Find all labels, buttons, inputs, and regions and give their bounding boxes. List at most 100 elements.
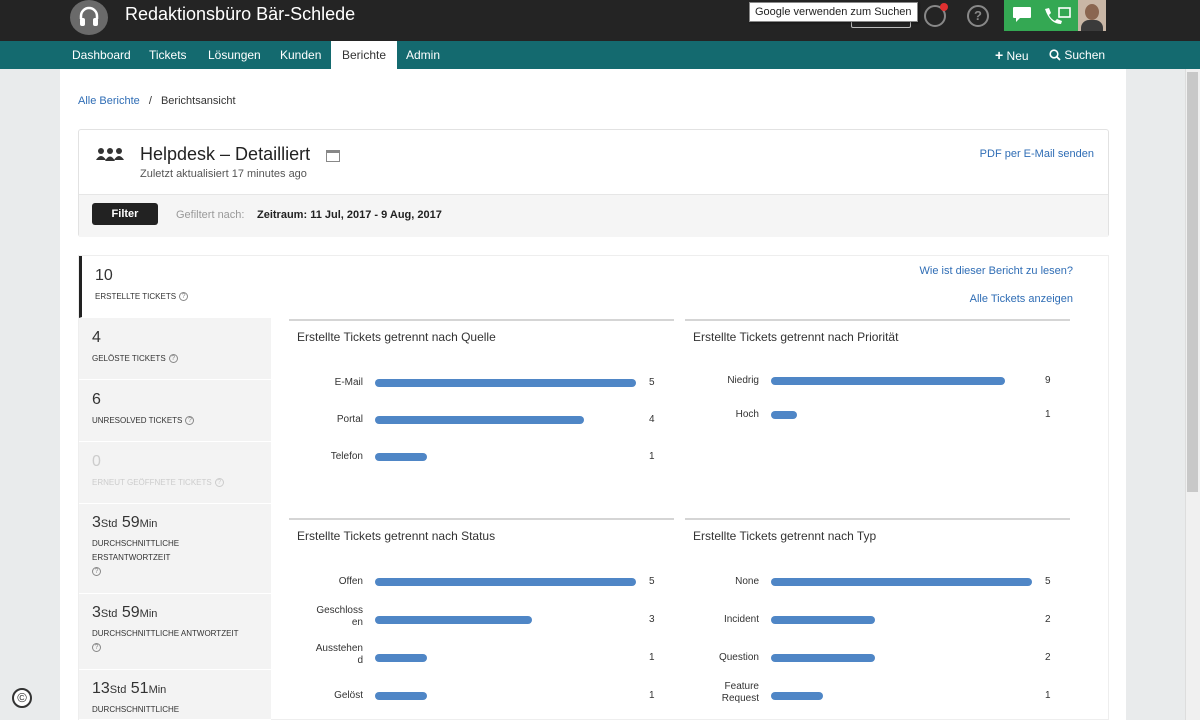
help-icon[interactable]: ? [967,5,989,27]
stat-duration: 13Std 51Min [92,680,167,697]
nav-dashboard[interactable]: Dashboard [72,41,131,69]
nav-tickets[interactable]: Tickets [149,41,187,69]
period-value: 11 Jul, 2017 - 9 Aug, 2017 [310,209,442,221]
stat-resolved-tickets[interactable]: 4 Gelöste Tickets? [79,318,271,380]
communication-buttons [1004,0,1079,31]
stat-first-response-time[interactable]: 3Std 59Min Durchschnittliche Erstantwort… [79,504,271,594]
stat-label: Erstellte Tickets? [95,290,265,304]
stat-label: Unresolved Tickets? [92,414,262,428]
breadcrumb: Alle Berichte / Berichtsansicht [78,95,236,107]
filter-button[interactable]: Filter [92,203,158,225]
chart-title: Erstellte Tickets getrennt nach Quelle [297,330,496,344]
new-label: Neu [1006,49,1029,63]
bar-label: E-Mail [334,377,363,388]
bar[interactable] [375,416,584,424]
bar-label: Niedrig [727,375,759,386]
chart-title: Erstellte Tickets getrennt nach Status [297,529,496,543]
bar-value: 5 [649,576,655,587]
chat-icon[interactable] [1012,6,1032,23]
scrollbar-thumb[interactable] [1187,72,1198,492]
bar-value: 2 [1045,614,1051,625]
all-tickets-link[interactable]: Alle Tickets anzeigen [970,293,1073,305]
info-icon: ? [92,643,101,653]
bar[interactable] [771,411,797,419]
info-icon: ? [168,354,178,364]
bar[interactable] [375,379,636,387]
nav-customers[interactable]: Kunden [280,41,321,69]
notification-bell-icon[interactable] [924,3,948,27]
stat-reopened-tickets[interactable]: 0 Erneut geöffnete Tickets? [79,442,271,504]
stat-label: Durchschnittliche [92,705,180,714]
nav-solutions[interactable]: Lösungen [208,41,261,69]
headset-logo-icon[interactable] [70,0,108,35]
bar-label: Ausstehen d [315,643,363,666]
stat-label: Durchschnittliche Erstantwortzeit? [92,539,180,577]
bar-label: Hoch [735,409,759,420]
bar-label: Offen [338,576,363,587]
stat-duration: 3Std 59Min [92,514,158,531]
user-avatar[interactable] [1078,0,1106,31]
stat-label: Durchschnittliche Antwortzeit? [92,629,239,653]
bar[interactable] [771,377,1005,385]
bar-value: 5 [1045,576,1051,587]
bar-value: 3 [649,614,655,625]
stat-created-tickets[interactable]: 10 Erstellte Tickets? [79,256,271,318]
nav-admin[interactable]: Admin [406,41,440,69]
chart-by-source: Erstellte Tickets getrennt nach Quelle E-… [289,319,674,489]
period-filter: Zeitraum: 11 Jul, 2017 - 9 Aug, 2017 [257,209,442,221]
stat-value: 6 [92,391,101,408]
stat-response-time[interactable]: 3Std 59Min Durchschnittliche Antwortzeit… [79,594,271,670]
info-icon: ? [92,567,101,577]
chart-by-priority: Erstellte Tickets getrennt nach Prioritä… [685,319,1070,489]
bar[interactable] [771,692,823,700]
main-navigation: Dashboard Tickets Lösungen Kunden Berich… [0,41,1200,69]
chart-by-type: Erstellte Tickets getrennt nach Typ None 5… [685,518,1070,720]
info-icon: ? [179,292,189,302]
bar-label: Geschloss en [316,605,363,628]
bar-value: 1 [1045,409,1051,420]
browser-tooltip: Google verwenden zum Suchen [749,2,918,22]
plus-icon: + [995,47,1004,63]
bar[interactable] [375,692,427,700]
bar-value: 1 [649,690,655,701]
bar-value: 1 [1045,690,1051,701]
bar-label: Portal [336,414,363,425]
bar[interactable] [771,654,875,662]
new-button[interactable]: + Neu [995,41,1029,69]
bar[interactable] [375,654,427,662]
phone-icon[interactable] [1042,6,1072,24]
stat-unresolved-tickets[interactable]: 6 Unresolved Tickets? [79,380,271,442]
bar-label: Gelöst [334,690,363,701]
filter-bar: Filter Gefiltert nach: Zeitraum: 11 Jul,… [79,194,1108,237]
stat-resolution-time[interactable]: 13Std 51Min Durchschnittliche [79,670,271,720]
bar-value: 5 [649,377,655,388]
last-updated: Zuletzt aktualisiert 17 minutes ago [140,168,307,180]
bar[interactable] [375,578,636,586]
report-title: Helpdesk – Detailliert [140,144,311,164]
bar[interactable] [375,453,427,461]
stat-label: Erneut geöffnete Tickets? [92,476,262,490]
group-icon [96,148,124,161]
nav-reports[interactable]: Berichte [331,41,398,69]
bar-label: Question [718,652,759,663]
bar[interactable] [771,616,875,624]
pdf-email-link[interactable]: PDF per E-Mail senden [980,148,1094,160]
bar-value: 4 [649,414,655,425]
report-head: Helpdesk – Detailliert Zuletzt aktualisi… [79,130,1108,194]
breadcrumb-separator: / [148,95,152,107]
calendar-icon[interactable] [326,150,340,162]
info-icon: ? [185,416,195,426]
notification-dot [940,3,948,11]
bar-value: 1 [649,451,655,462]
search-label: Suchen [1064,48,1106,62]
brand-name: Redaktionsbüro Bär-Schlede [125,4,356,24]
bar[interactable] [375,616,532,624]
bar[interactable] [771,578,1032,586]
search-button[interactable]: Suchen [1049,41,1105,69]
chart-title: Erstellte Tickets getrennt nach Prioritä… [693,330,899,344]
report-help-link[interactable]: Wie ist dieser Bericht zu lesen? [920,265,1073,277]
report-header-card: Helpdesk – Detailliert Zuletzt aktualisi… [78,129,1109,237]
breadcrumb-all-reports[interactable]: Alle Berichte [78,95,140,107]
chart-by-status: Erstellte Tickets getrennt nach Status Of… [289,518,674,720]
stat-duration: 3Std 59Min [92,604,158,621]
